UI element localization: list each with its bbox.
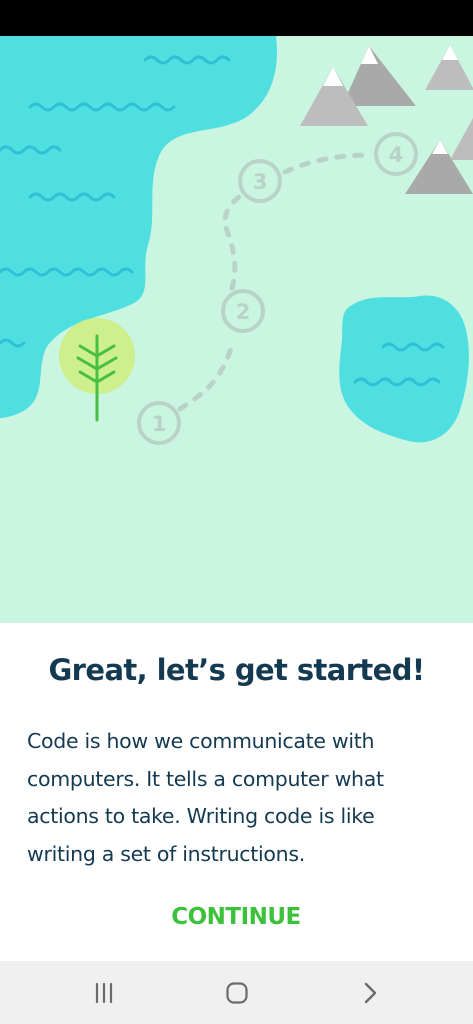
system-navigation-bar: [0, 961, 473, 1024]
description-text: Code is how we communicate with computer…: [27, 729, 384, 866]
back-button[interactable]: [340, 961, 400, 1024]
lake-right: [339, 295, 469, 443]
lake-left: [0, 36, 277, 418]
journey-map-illustration: 1 2 3 4: [0, 36, 473, 623]
onboarding-card: Great, let’s get started! Code is how we…: [0, 623, 473, 961]
continue-button[interactable]: CONTINUE: [136, 895, 336, 939]
home-icon: [226, 981, 248, 1004]
step-marker: 4: [374, 132, 418, 176]
back-icon: [364, 982, 377, 1003]
status-bar: [0, 0, 473, 36]
step-4-label: 4: [389, 143, 404, 167]
recent-apps-icon: [95, 982, 113, 1003]
step-marker: 1: [137, 401, 181, 445]
step-marker: 3: [238, 159, 282, 203]
step-1-label: 1: [152, 412, 167, 436]
step-3-label: 3: [253, 170, 268, 194]
recent-apps-button[interactable]: [74, 961, 134, 1024]
page-title: Great, let’s get started!: [48, 653, 425, 687]
step-2-label: 2: [236, 300, 251, 324]
home-button[interactable]: [207, 961, 267, 1024]
step-marker: 2: [221, 289, 265, 333]
tree-icon: [59, 318, 135, 422]
